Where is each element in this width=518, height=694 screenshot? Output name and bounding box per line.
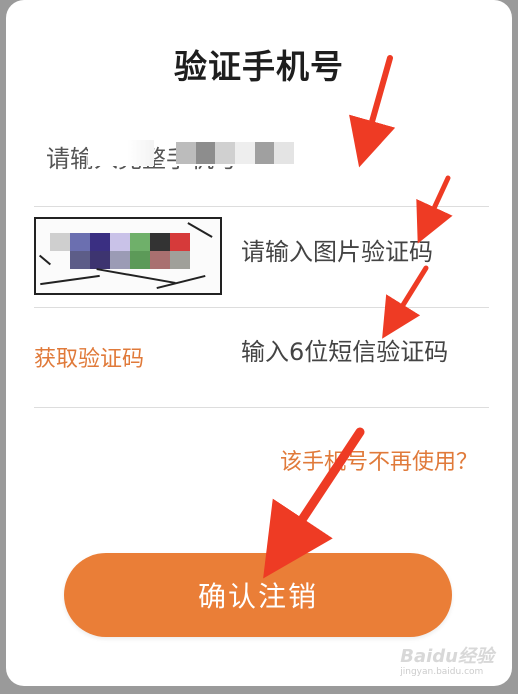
captcha-input[interactable] xyxy=(239,237,483,267)
baidu-watermark: Baidu经验 jingyan.baidu.com xyxy=(400,646,494,677)
captcha-row xyxy=(34,207,489,308)
get-code-button[interactable]: 获取验证码 xyxy=(34,341,144,373)
sms-row: 获取验证码 xyxy=(34,307,489,408)
redaction-pixels xyxy=(176,140,295,166)
verify-phone-dialog: 验证手机号 请输入完整手机号 请输入图片验证码 获取验证码 输入6位短信验证码 … xyxy=(6,0,512,686)
phone-row xyxy=(34,106,489,207)
dialog-title: 验证手机号 xyxy=(174,47,344,86)
sms-code-input[interactable] xyxy=(239,337,483,367)
confirm-cancel-account-button[interactable]: 确认注销 xyxy=(64,553,452,637)
captcha-image[interactable] xyxy=(34,217,222,295)
phone-no-longer-used-link[interactable]: 该手机号不再使用？ xyxy=(280,444,478,476)
redaction-blur xyxy=(88,140,154,166)
